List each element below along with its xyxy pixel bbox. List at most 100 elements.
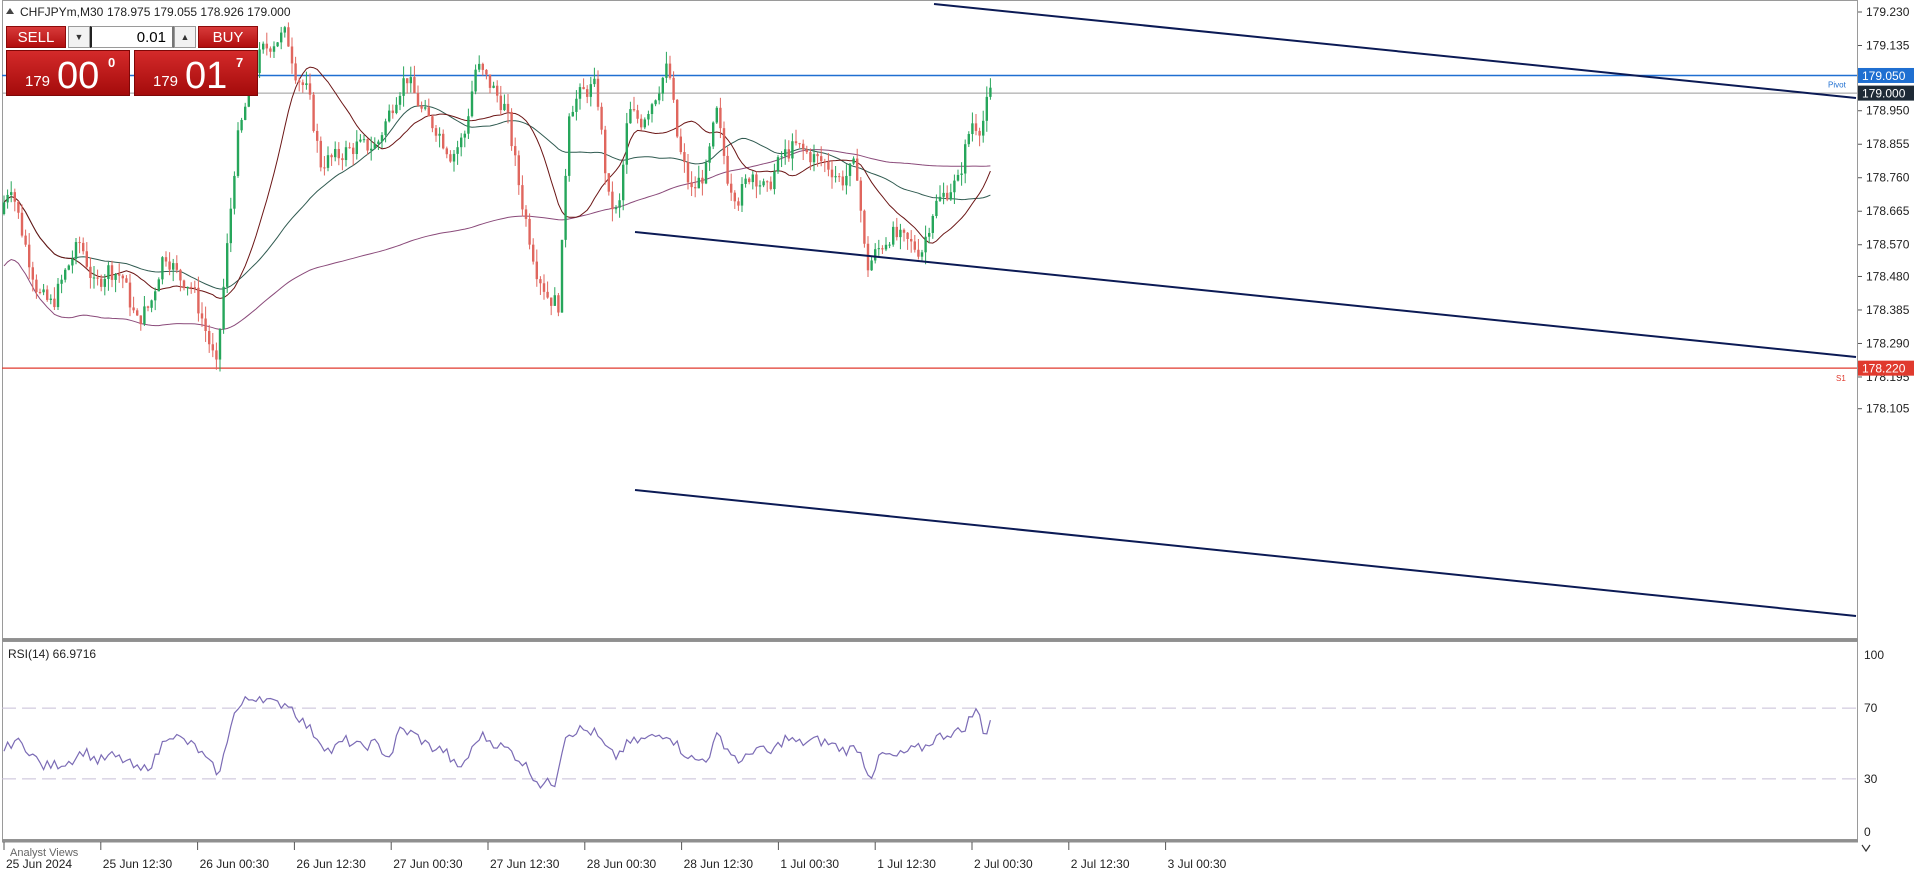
candle-body (769, 181, 772, 190)
candle-body (46, 289, 49, 300)
current-price-label: 179.000 (1862, 87, 1906, 101)
candle-body (820, 156, 823, 162)
candle-body (186, 286, 189, 289)
candle-body (481, 63, 484, 70)
price-tick-label: 178.570 (1866, 238, 1910, 252)
candle-body (568, 116, 571, 176)
candle-body (859, 180, 862, 211)
candle-body (949, 192, 952, 200)
candle-body (128, 282, 132, 308)
time-tick-label: 3 Jul 00:30 (1168, 857, 1227, 871)
price-tick-label: 178.950 (1866, 104, 1910, 118)
candle-body (35, 279, 38, 293)
pivot-text: Pivot (1828, 80, 1847, 89)
candle-body (276, 42, 279, 47)
candle-body (971, 123, 974, 135)
triangle-down-icon: ▼ (74, 32, 84, 42)
sell-price-main: 00 (57, 55, 100, 97)
candle-body (442, 133, 445, 149)
candle-body (89, 266, 92, 279)
candle-body (640, 118, 643, 128)
rsi-tick-30: 30 (1864, 772, 1878, 786)
candle-body (168, 261, 171, 270)
time-axis: 25 Jun 2024 25 Jun 12:30 26 Jun 00:30 26 Ju… (3, 842, 1227, 871)
candle-body (978, 130, 981, 136)
candle-body (668, 63, 672, 78)
candle-body (456, 147, 459, 154)
candle-body (607, 173, 610, 192)
time-tick-label: 1 Jul 00:30 (780, 857, 839, 871)
candle-body (272, 46, 276, 52)
candle-body (636, 110, 639, 119)
candle-body (589, 84, 592, 97)
candle-body (730, 183, 733, 193)
candle-body (431, 116, 434, 129)
candle-body (600, 106, 603, 130)
candle-body (132, 307, 135, 311)
candle-body (348, 147, 351, 149)
price-tick-label: 178.855 (1866, 137, 1910, 151)
lot-increase-button[interactable]: ▲ (174, 26, 196, 48)
candle-body (712, 122, 715, 147)
buy-price-main: 01 (185, 55, 228, 97)
candle-body (704, 162, 708, 184)
candle-body (553, 295, 556, 306)
candle-body (6, 194, 9, 203)
candle-body (629, 109, 632, 124)
main-pane[interactable] (2, 0, 1858, 639)
candle-body (632, 109, 636, 111)
rsi-tick-100: 100 (1864, 648, 1884, 662)
candle-body (611, 191, 614, 210)
candle-body (514, 146, 517, 156)
candle-body (863, 210, 866, 244)
candle-body (690, 182, 693, 188)
candle-body (532, 244, 535, 262)
candle-body (114, 274, 117, 280)
candle-body (564, 175, 567, 240)
buy-price-box[interactable]: 179 01 7 (134, 50, 258, 97)
candle-body (614, 207, 618, 210)
candle-body (938, 196, 942, 201)
candle-body (744, 178, 747, 185)
candle-body (575, 98, 578, 112)
lot-decrease-button[interactable]: ▼ (68, 26, 90, 48)
chevron-down-icon[interactable] (1861, 844, 1871, 853)
candle-body (150, 300, 153, 308)
sell-price-sup: 0 (108, 55, 116, 70)
candle-body (946, 192, 949, 200)
candle-body (647, 114, 650, 120)
candle-body (164, 257, 168, 262)
sell-price-box[interactable]: 179 00 0 (6, 50, 130, 97)
candle-body (618, 200, 621, 208)
candle-body (751, 174, 754, 183)
candle-body (280, 32, 283, 43)
rsi-pane[interactable] (2, 641, 1858, 840)
candle-body (398, 95, 402, 105)
buy-button[interactable]: BUY (198, 26, 258, 48)
candle-body (848, 163, 852, 176)
candle-body (802, 143, 805, 150)
price-tick-label: 178.480 (1866, 269, 1910, 283)
time-tick-label: 2 Jul 00:30 (974, 857, 1033, 871)
sell-button[interactable]: SELL (6, 26, 66, 48)
candle-body (492, 85, 495, 88)
rsi-tick-70: 70 (1864, 701, 1878, 715)
time-tick-label: 1 Jul 12:30 (877, 857, 936, 871)
price-tick-label: 178.385 (1866, 303, 1910, 317)
candle-body (935, 200, 938, 217)
time-tick-label: 27 Jun 00:30 (393, 857, 463, 871)
buy-price-prefix: 179 (153, 73, 179, 90)
candle-body (787, 149, 790, 159)
candle-body (485, 69, 488, 75)
candle-body (816, 154, 819, 157)
candle-body (197, 287, 200, 314)
candle-body (308, 83, 312, 95)
candle-body (809, 152, 812, 163)
chart-window[interactable]: 179.230 179.135 178.950 178.855 178.760 178.6… (0, 0, 1916, 874)
candle-body (650, 104, 654, 115)
candle-body (143, 306, 146, 325)
candle-body (341, 158, 344, 161)
candle-body (244, 106, 247, 120)
candle-body (110, 265, 114, 280)
lot-size-input[interactable] (90, 26, 174, 48)
